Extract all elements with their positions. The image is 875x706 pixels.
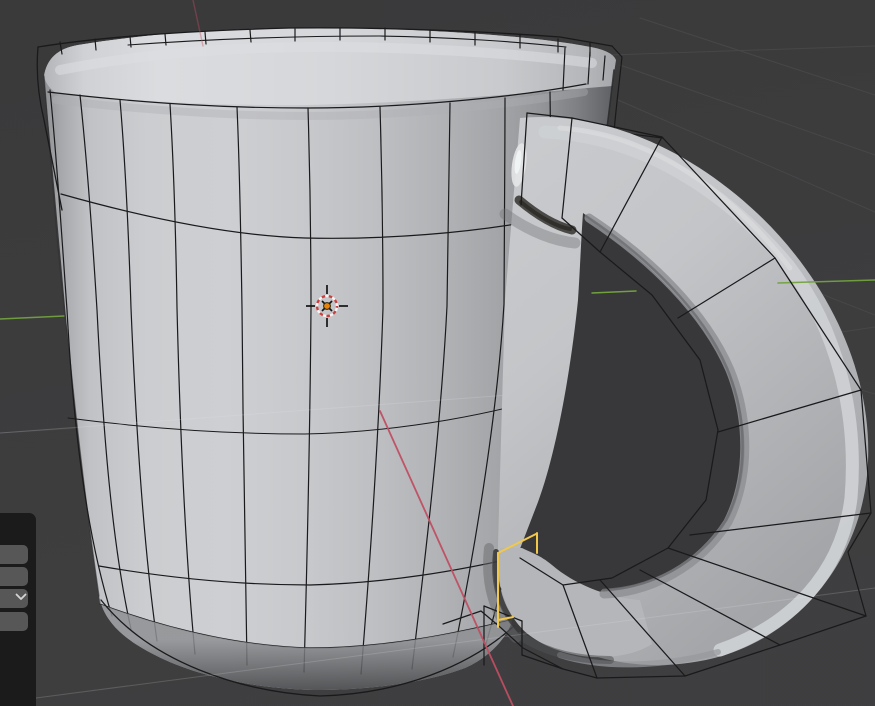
panel-field-3[interactable] <box>0 612 28 631</box>
operator-panel-body <box>0 513 36 706</box>
panel-field-2[interactable] <box>0 567 28 586</box>
panel-dropdown[interactable] <box>0 589 28 608</box>
operator-panel[interactable] <box>0 513 36 706</box>
3d-cursor-center <box>324 303 331 310</box>
viewport-canvas[interactable] <box>0 0 875 706</box>
viewport-3d[interactable] <box>0 0 875 706</box>
panel-field-1[interactable] <box>0 545 28 564</box>
